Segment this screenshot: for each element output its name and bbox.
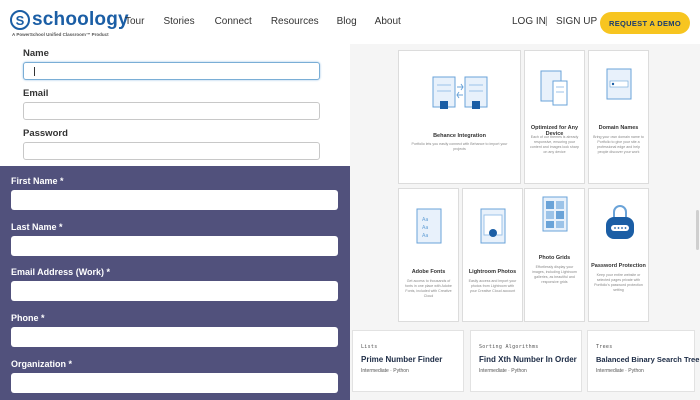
fonts-icon: Aa Aa Aa — [416, 208, 442, 244]
feature-desc: Keep your entire website or selected pag… — [594, 273, 643, 292]
feature-card-password[interactable]: Password Protection Keep your entire web… — [588, 188, 649, 322]
name-label: Name — [23, 48, 49, 59]
feature-card-behance[interactable]: Behance Integration Portfolio lets you e… — [398, 50, 521, 184]
signup-form: Name Email Password — [0, 44, 350, 166]
scrollbar[interactable] — [696, 210, 699, 250]
email-label: Email — [23, 88, 49, 99]
name-input[interactable] — [23, 62, 320, 80]
logo-mark-icon: S — [10, 10, 30, 30]
feature-desc: Get access to thousands of fonts in one … — [405, 279, 452, 298]
feature-title: Domain Names — [598, 125, 639, 131]
feature-desc: Bring your own domain name to Portfolio … — [593, 135, 644, 154]
work-email-label: Email Address (Work) * — [11, 267, 111, 277]
signup-link[interactable]: SIGN UP — [556, 16, 597, 27]
request-demo-button[interactable]: REQUEST A DEMO — [600, 12, 690, 34]
feature-card-photo-grids[interactable]: Photo Grids Effortlessly display your im… — [524, 188, 585, 322]
feature-title: Lightroom Photos — [468, 269, 517, 275]
logo-tagline: A PowerSchool Unified Classroom™ Product — [12, 32, 109, 37]
text-caret — [34, 67, 35, 76]
first-name-label: First Name * — [11, 176, 64, 186]
challenge-title: Find Xth Number In Order — [479, 355, 577, 364]
devices-icon — [540, 70, 568, 106]
challenge-category: Sorting Algorithms — [479, 344, 539, 350]
challenge-meta: Intermediate · Python — [596, 368, 644, 374]
challenge-card[interactable]: Lists Prime Number Finder Intermediate ·… — [352, 330, 464, 392]
domain-icon — [606, 68, 632, 100]
nav-about[interactable]: About — [375, 16, 401, 27]
behance-sync-icon — [432, 76, 488, 109]
feature-card-devices[interactable]: Optimized for Any Device Each of our the… — [524, 50, 585, 184]
organization-label: Organization * — [11, 359, 73, 369]
nav-resources[interactable]: Resources — [271, 16, 319, 27]
feature-title: Password Protection — [591, 263, 646, 269]
challenge-card[interactable]: Trees Balanced Binary Search Tree Interm… — [587, 330, 699, 392]
feature-title: Adobe Fonts — [411, 269, 446, 275]
feature-desc: Portfolio lets you easily connect with B… — [411, 142, 508, 151]
challenge-meta: Intermediate · Python — [361, 368, 409, 374]
lightroom-icon — [480, 208, 506, 244]
svg-text:Aa: Aa — [422, 225, 428, 231]
svg-text:Aa: Aa — [422, 233, 428, 239]
last-name-input[interactable] — [11, 236, 338, 256]
challenge-category: Trees — [596, 344, 613, 350]
challenge-meta: Intermediate · Python — [479, 368, 527, 374]
logo-text: schoology — [32, 9, 129, 30]
last-name-label: Last Name * — [11, 222, 63, 232]
phone-input[interactable] — [11, 327, 338, 347]
nav-blog[interactable]: Blog — [337, 16, 357, 27]
nav-stories[interactable]: Stories — [163, 16, 194, 27]
work-email-input[interactable] — [11, 281, 338, 301]
feature-desc: Easily access and import your photos fro… — [468, 279, 517, 293]
password-lock-icon — [606, 205, 634, 239]
feature-desc: Effortlessly display your images, includ… — [532, 265, 577, 284]
nav-tour[interactable]: Tour — [125, 16, 144, 27]
feature-card-domain[interactable]: Domain Names Bring your own domain name … — [588, 50, 649, 184]
feature-title: Photo Grids — [538, 255, 571, 261]
challenge-card[interactable]: Sorting Algorithms Find Xth Number In Or… — [470, 330, 582, 392]
feature-title: Behance Integration — [433, 133, 486, 139]
site-header: S schoology A PowerSchool Unified Classr… — [0, 0, 700, 44]
feature-card-fonts[interactable]: Aa Aa Aa Adobe Fonts Get access to thous… — [398, 188, 459, 322]
photo-grid-icon — [542, 196, 568, 232]
password-label: Password — [23, 128, 68, 139]
demo-request-form: First Name * Last Name * Email Address (… — [0, 166, 350, 400]
nav-connect[interactable]: Connect — [215, 16, 252, 27]
challenge-title: Prime Number Finder — [361, 355, 443, 364]
password-input[interactable] — [23, 142, 320, 160]
phone-label: Phone * — [11, 313, 45, 323]
nav-separator: | — [545, 16, 548, 27]
organization-input[interactable] — [11, 373, 338, 393]
challenge-category: Lists — [361, 344, 378, 350]
first-name-input[interactable] — [11, 190, 338, 210]
challenge-title: Balanced Binary Search Tree — [596, 355, 700, 364]
email-input[interactable] — [23, 102, 320, 120]
feature-desc: Each of our themes is already responsive… — [530, 135, 579, 154]
svg-text:Aa: Aa — [422, 217, 428, 223]
schoology-logo[interactable]: S schoology — [10, 9, 129, 31]
feature-card-lightroom[interactable]: Lightroom Photos Easily access and impor… — [462, 188, 523, 322]
login-link[interactable]: LOG IN — [512, 16, 546, 27]
main-nav: Tour Stories Connect Resources Blog Abou… — [125, 16, 424, 27]
